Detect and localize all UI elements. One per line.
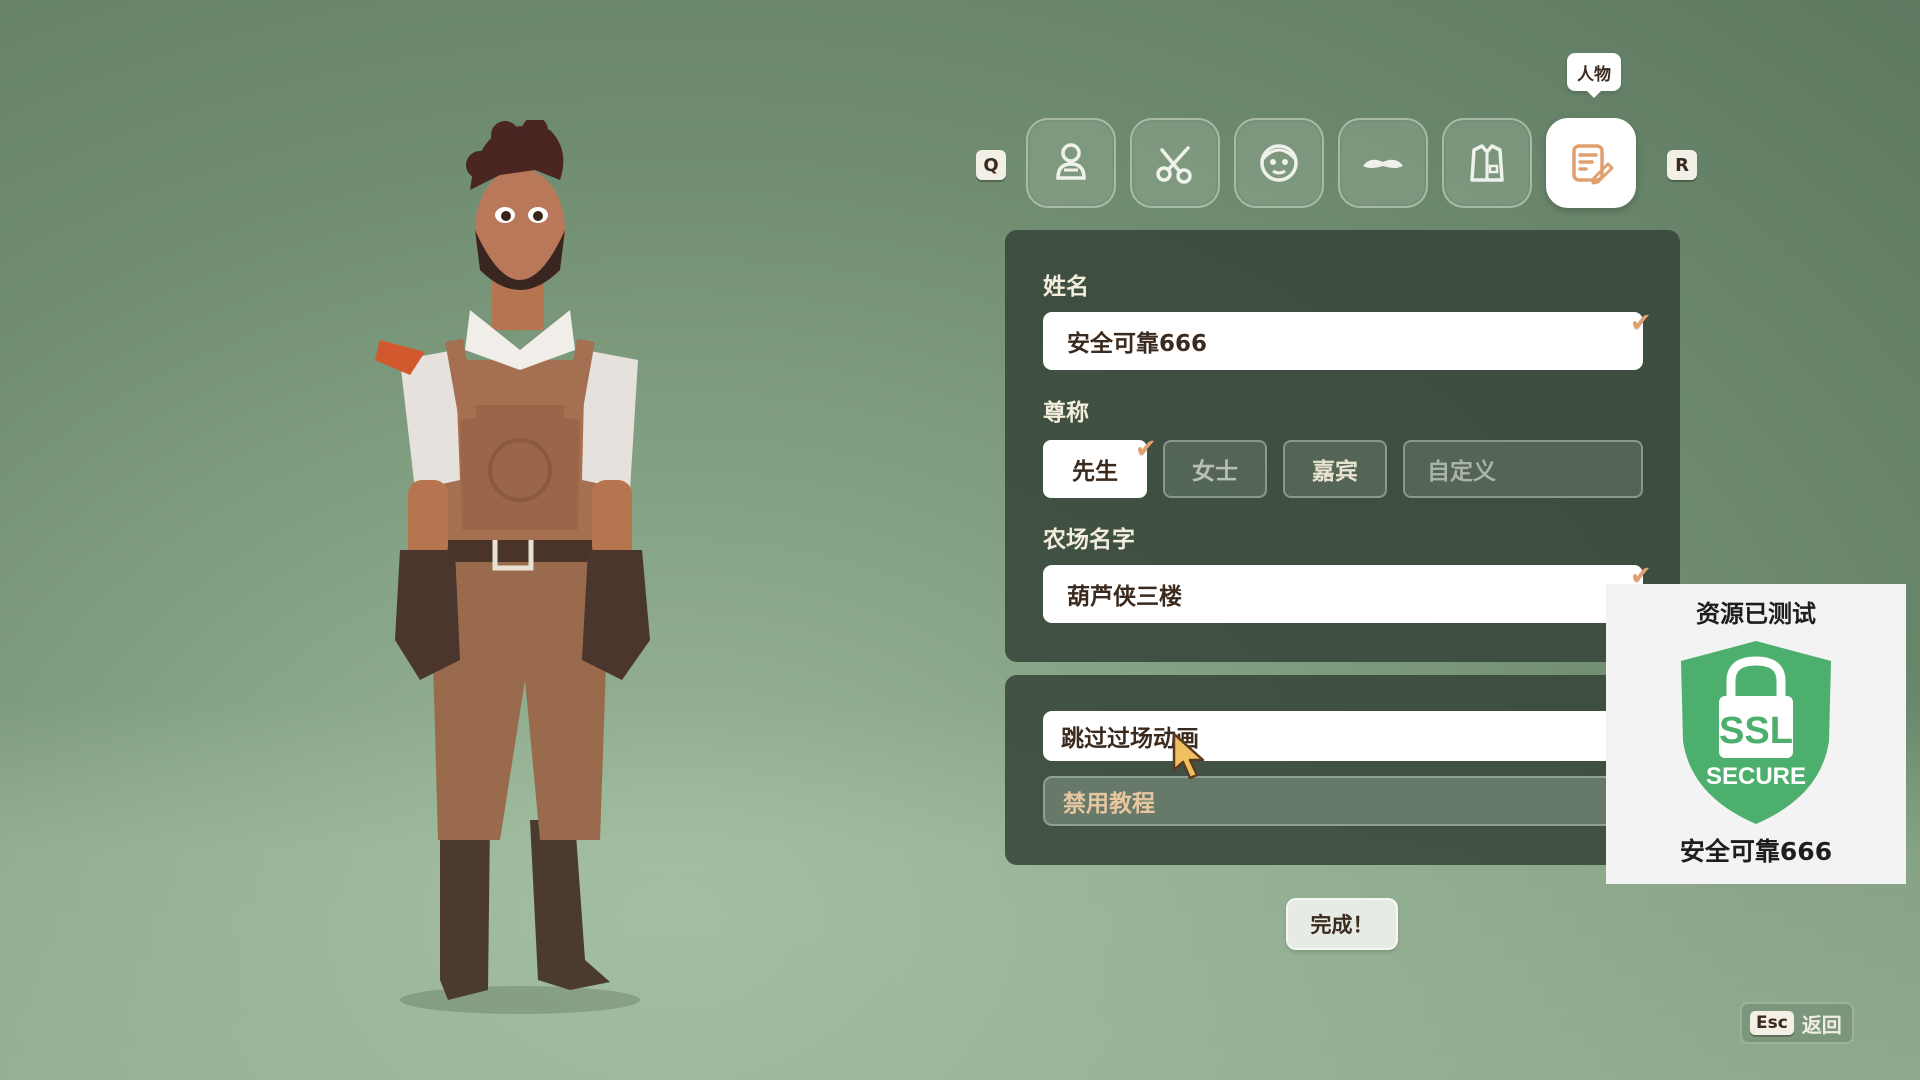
tab-body[interactable] bbox=[1026, 118, 1116, 208]
outfit-icon bbox=[1470, 144, 1504, 182]
name-input[interactable]: 安全可靠666 bbox=[1043, 312, 1643, 370]
edit-profile-icon bbox=[1572, 144, 1614, 185]
ssl-text: SSL bbox=[1719, 710, 1793, 752]
title-option-ms[interactable]: 女士 bbox=[1163, 440, 1267, 498]
ssl-bottom-text: 安全可靠666 bbox=[1679, 837, 1833, 866]
back-button[interactable]: Esc 返回 bbox=[1740, 1002, 1854, 1044]
title-option-mr[interactable]: 先生 bbox=[1043, 440, 1147, 498]
disable-tutorial-label: 禁用教程 bbox=[1063, 791, 1155, 817]
tab-hair[interactable] bbox=[1130, 118, 1220, 208]
ssl-top-text: 资源已测试 bbox=[1696, 600, 1816, 628]
ssl-secure-badge: 资源已测试 SSL SECURE 安全可靠666 bbox=[1606, 584, 1906, 884]
skip-cutscenes-toggle[interactable]: 跳过过场动画 ✔ bbox=[1043, 711, 1643, 761]
shield-lock-icon: SSL SECURE bbox=[1681, 641, 1831, 824]
customization-tabs bbox=[1026, 118, 1636, 208]
farm-name-label: 农场名字 bbox=[1043, 527, 1135, 553]
tab-profile[interactable] bbox=[1546, 118, 1636, 208]
name-label: 姓名 bbox=[1043, 274, 1089, 300]
back-label: 返回 bbox=[1801, 1012, 1842, 1037]
title-check-icon: ✔ bbox=[1135, 434, 1157, 464]
scissors-icon bbox=[1156, 146, 1192, 184]
title-custom-input[interactable]: 自定义 bbox=[1403, 440, 1643, 498]
name-check-icon: ✔ bbox=[1630, 308, 1652, 338]
character-preview[interactable] bbox=[360, 117, 680, 1020]
mouse-cursor-icon bbox=[1172, 732, 1205, 780]
options-panel: 跳过过场动画 ✔ 禁用教程 ✔ bbox=[1005, 675, 1680, 865]
done-button[interactable]: 完成！ bbox=[1286, 898, 1398, 950]
farm-name-input[interactable]: 葫芦侠三楼 bbox=[1043, 565, 1643, 623]
farmer-character-figure bbox=[375, 117, 650, 1014]
tab-outfit[interactable] bbox=[1442, 118, 1532, 208]
title-option-guest[interactable]: 嘉宾 bbox=[1283, 440, 1387, 498]
tab-face[interactable] bbox=[1234, 118, 1324, 208]
prev-tab-key-hint[interactable]: Q bbox=[976, 150, 1006, 180]
mustache-icon bbox=[1363, 159, 1403, 168]
face-icon bbox=[1260, 144, 1298, 182]
title-label: 尊称 bbox=[1043, 400, 1089, 426]
esc-key-hint: Esc bbox=[1750, 1011, 1794, 1035]
disable-tutorial-toggle[interactable]: 禁用教程 ✔ bbox=[1043, 776, 1643, 826]
body-icon bbox=[1056, 143, 1086, 180]
next-tab-key-hint[interactable]: R bbox=[1667, 150, 1697, 180]
tab-facial-hair[interactable] bbox=[1338, 118, 1428, 208]
secure-text: SECURE bbox=[1706, 763, 1806, 790]
tab-tooltip: 人物 bbox=[1567, 53, 1621, 98]
profile-form-panel: 姓名 安全可靠666 ✔ 尊称 先生 ✔ 女士 嘉宾 自定义 农场名字 葫芦侠三… bbox=[1005, 230, 1680, 662]
